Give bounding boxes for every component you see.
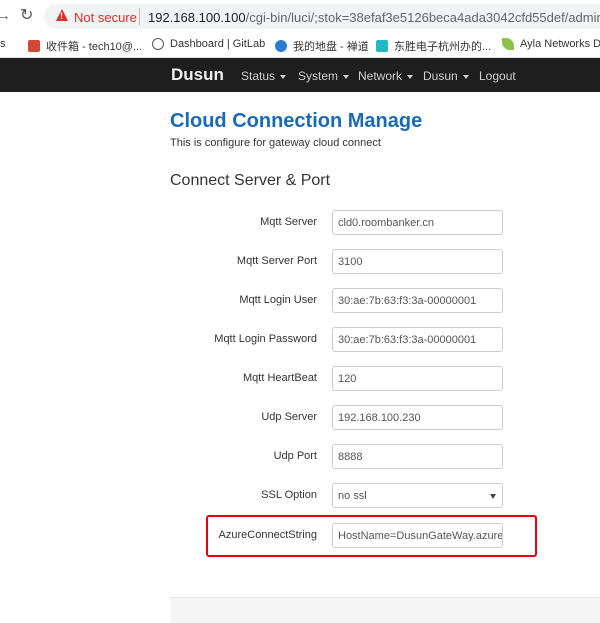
azure-connect-string-label: AzureConnectString [218, 529, 317, 541]
mqtt-server-label: Mqtt Server [260, 216, 317, 228]
menu-status[interactable]: Status [241, 69, 287, 83]
menu-system[interactable]: System [298, 69, 350, 83]
menu-dusun[interactable]: Dusun [423, 69, 469, 83]
address-divider [139, 8, 140, 25]
globe-icon [275, 40, 287, 52]
bookmark-zentao[interactable]: 我的地盘 - 禅道 [275, 38, 369, 54]
caret-down-icon [407, 74, 414, 79]
bookmark-ayla[interactable]: Ayla Networks Da [502, 38, 600, 50]
mqtt-login-password-label: Mqtt Login Password [214, 333, 317, 345]
mqtt-server-input[interactable]: cld0.roombanker.cn [332, 210, 503, 235]
mqtt-server-port-label: Mqtt Server Port [236, 255, 317, 267]
gitlab-icon [152, 38, 164, 50]
not-secure-label[interactable]: Not secure [74, 10, 137, 25]
ssl-option-label: SSL Option [261, 489, 317, 501]
top-navbar: Dusun Status System Network Dusun Logout [0, 58, 600, 92]
url-text[interactable]: 192.168.100.100/cgi-bin/luci/;stok=38efa… [148, 10, 600, 25]
section-title: Connect Server & Port [170, 172, 331, 189]
mail-icon [28, 40, 40, 52]
url-host: 192.168.100.100 [148, 10, 246, 25]
browser-address-bar: → ↻ Not secure 192.168.100.100/cgi-bin/l… [0, 0, 600, 32]
dropdown-arrow-icon [490, 494, 496, 499]
udp-server-label: Udp Server [261, 411, 317, 423]
app-icon [376, 40, 388, 52]
caret-down-icon [280, 74, 287, 79]
mqtt-heartbeat-input[interactable]: 120 [332, 366, 503, 391]
bookmark-gitlab[interactable]: Dashboard | GitLab [152, 38, 265, 50]
brand-logo[interactable]: Dusun [171, 65, 224, 85]
warning-icon [56, 9, 68, 21]
bookmark-dongsheng[interactable]: 东胜电子杭州办的... [376, 38, 491, 54]
page-title: Cloud Connection Manage [170, 110, 423, 132]
bookmark-apps[interactable]: ps [0, 38, 6, 50]
mqtt-heartbeat-label: Mqtt HeartBeat [243, 372, 317, 384]
page-footer [170, 597, 600, 623]
udp-port-input[interactable]: 8888 [332, 444, 503, 469]
page-description: This is configure for gateway cloud conn… [170, 137, 381, 149]
caret-down-icon [462, 74, 469, 79]
url-path: /cgi-bin/luci/;stok=38efaf3e5126beca4ada… [245, 10, 600, 25]
forward-arrow-icon[interactable]: → [0, 7, 11, 24]
udp-port-label: Udp Port [273, 450, 317, 462]
caret-down-icon [343, 74, 350, 79]
reload-icon[interactable]: ↻ [20, 5, 33, 25]
menu-network[interactable]: Network [358, 69, 414, 83]
ssl-option-value: no ssl [338, 490, 367, 502]
bookmark-mail[interactable]: 收件箱 - tech10@... [28, 38, 142, 54]
udp-server-input[interactable]: 192.168.100.230 [332, 405, 503, 430]
menu-logout[interactable]: Logout [479, 69, 516, 83]
mqtt-login-user-label: Mqtt Login User [239, 294, 317, 306]
bookmarks-bar: ps 收件箱 - tech10@... Dashboard | GitLab 我… [0, 32, 600, 58]
mqtt-server-port-input[interactable]: 3100 [332, 249, 503, 274]
azure-connect-string-input[interactable]: HostName=DusunGateWay.azure- [332, 523, 503, 548]
leaf-icon [502, 38, 514, 50]
mqtt-login-user-input[interactable]: 30:ae:7b:63:f3:3a-00000001 [332, 288, 503, 313]
mqtt-login-password-input[interactable]: 30:ae:7b:63:f3:3a-00000001 [332, 327, 503, 352]
ssl-option-select[interactable]: no ssl [332, 483, 503, 508]
